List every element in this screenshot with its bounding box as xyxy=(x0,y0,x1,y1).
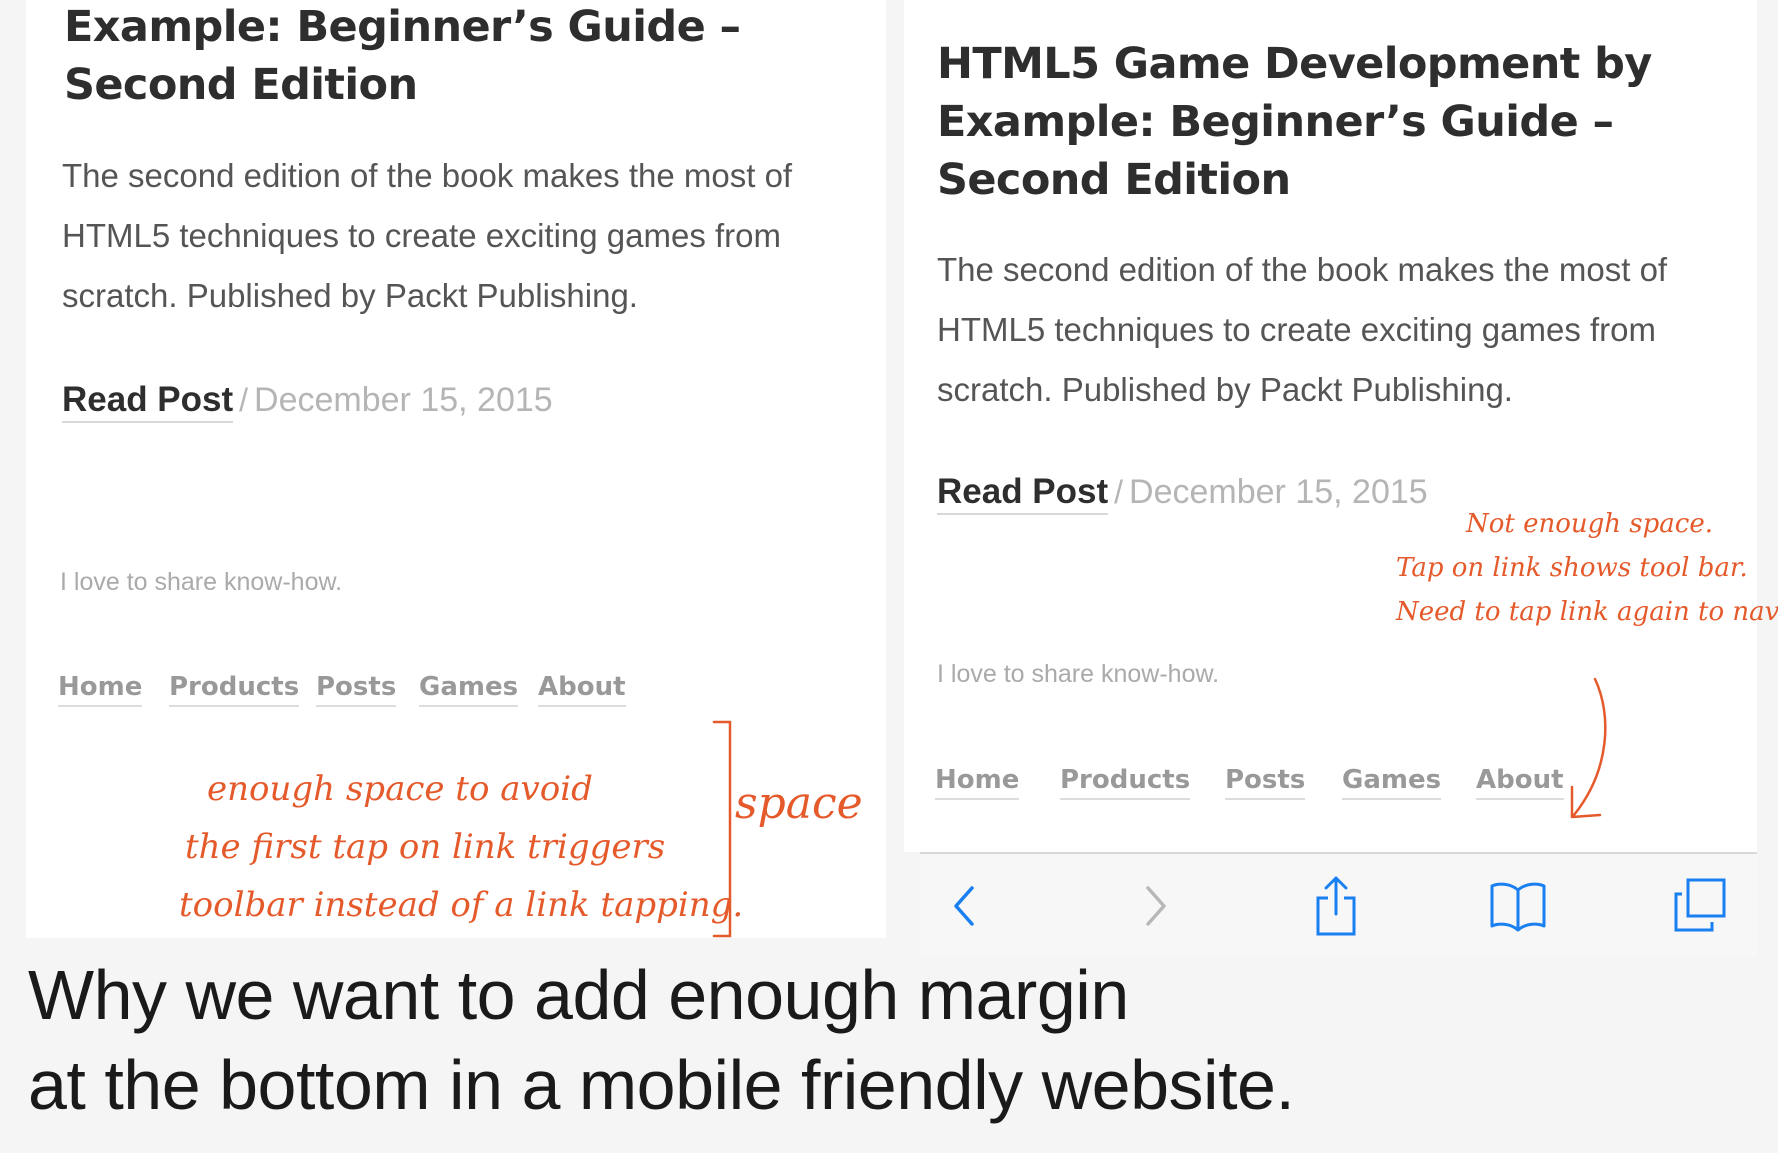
annotation-line: Not enough space. xyxy=(1466,509,1713,539)
space-bracket xyxy=(712,720,732,938)
back-button[interactable] xyxy=(936,876,996,936)
tabs-button[interactable] xyxy=(1670,876,1730,936)
post-title-line: Example: Beginner’s Guide – xyxy=(937,97,1614,147)
caption-line: Why we want to add enough margin xyxy=(28,956,1129,1034)
forward-chevron-icon xyxy=(1146,886,1166,926)
post-excerpt: The second edition of the book makes the… xyxy=(937,240,1737,420)
annotation-line: toolbar instead of a link tapping. xyxy=(179,885,744,925)
nav-products[interactable]: Products xyxy=(1060,765,1191,800)
annotation-arrow xyxy=(1570,677,1607,819)
post-title-line: Second Edition xyxy=(937,155,1291,205)
forward-button[interactable] xyxy=(1124,876,1184,936)
annotation-line: Need to tap link again to navigate xyxy=(1396,597,1778,627)
safari-bottom-toolbar xyxy=(920,852,1757,956)
read-post-link[interactable]: Read Post xyxy=(937,472,1109,515)
site-tagline: I love to share know-how. xyxy=(937,660,1220,688)
excerpt-line: scratch. Published by Packt Publishing. xyxy=(937,371,1513,408)
meta-separator: / xyxy=(239,382,249,418)
post-title-line: Second Edition xyxy=(64,60,418,110)
excerpt-line: HTML5 techniques to create exciting game… xyxy=(62,217,781,254)
bookmarks-icon xyxy=(1490,882,1546,932)
nav-posts[interactable]: Posts xyxy=(316,672,397,707)
annotation-enough-space: enough space to avoid the first tap on l… xyxy=(179,760,743,934)
right-screenshot-panel: HTML5 Game Development by Example: Begin… xyxy=(904,0,1757,852)
read-post-link[interactable]: Read Post xyxy=(62,380,234,423)
nav-about[interactable]: About xyxy=(538,672,626,707)
nav-games[interactable]: Games xyxy=(1342,765,1442,800)
back-chevron-icon xyxy=(954,886,974,926)
post-date: December 15, 2015 xyxy=(1129,473,1428,511)
site-tagline: I love to share know-how. xyxy=(60,568,343,596)
nav-home[interactable]: Home xyxy=(935,765,1020,800)
post-excerpt: The second edition of the book makes the… xyxy=(62,146,862,326)
post-title[interactable]: Example: Beginner’s Guide – Second Editi… xyxy=(64,0,741,114)
excerpt-line: scratch. Published by Packt Publishing. xyxy=(62,277,638,314)
caption-line: at the bottom in a mobile friendly websi… xyxy=(28,1046,1295,1124)
nav-products[interactable]: Products xyxy=(169,672,300,707)
nav-about[interactable]: About xyxy=(1476,765,1564,800)
excerpt-line: The second edition of the book makes the… xyxy=(62,157,793,194)
nav-posts[interactable]: Posts xyxy=(1225,765,1306,800)
share-button[interactable] xyxy=(1306,876,1366,936)
bookmarks-button[interactable] xyxy=(1488,876,1548,936)
annotation-line: enough space to avoid xyxy=(207,769,593,809)
annotation-space-label: space xyxy=(735,778,863,829)
annotation-line: Tap on link shows tool bar. xyxy=(1396,553,1748,583)
share-icon xyxy=(1316,876,1356,936)
slide-caption: Why we want to add enough margin at the … xyxy=(28,950,1295,1130)
tabs-icon xyxy=(1674,878,1726,932)
post-meta: Read Post / December 15, 2015 xyxy=(937,472,1428,515)
excerpt-line: HTML5 techniques to create exciting game… xyxy=(937,311,1656,348)
excerpt-line: The second edition of the book makes the… xyxy=(937,251,1668,288)
post-title-line: Example: Beginner’s Guide – xyxy=(64,2,741,52)
annotation-line: the first tap on link triggers xyxy=(185,827,666,867)
post-title-line: HTML5 Game Development by xyxy=(937,39,1652,89)
post-title[interactable]: HTML5 Game Development by Example: Begin… xyxy=(937,35,1652,209)
nav-home[interactable]: Home xyxy=(58,672,143,707)
nav-games[interactable]: Games xyxy=(419,672,519,707)
post-meta: Read Post / December 15, 2015 xyxy=(62,380,553,423)
meta-separator: / xyxy=(1114,474,1124,510)
post-date: December 15, 2015 xyxy=(254,381,553,419)
annotation-not-enough-space: Not enough space. Tap on link shows tool… xyxy=(1396,502,1778,634)
